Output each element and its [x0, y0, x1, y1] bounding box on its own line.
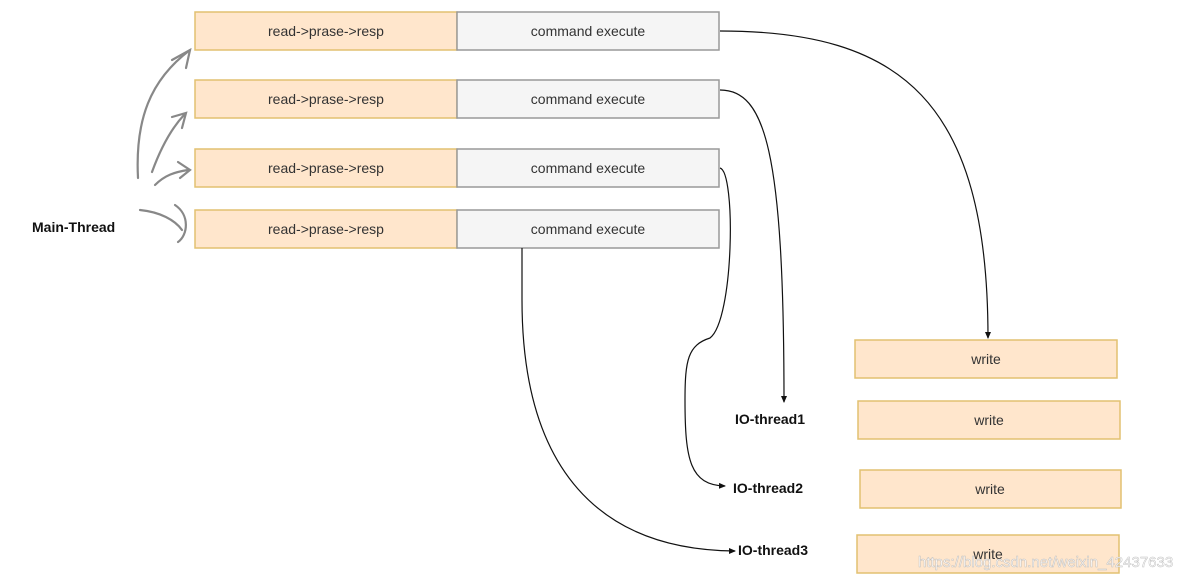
io-thread-1-label: IO-thread1: [735, 411, 805, 427]
pipeline-row-1: read->prase->resp command execute: [194, 11, 720, 51]
write-label: write: [973, 412, 1004, 428]
diagram: read->prase->resp command execute read->…: [32, 11, 1173, 574]
hand-drawn-arrows: [136, 47, 192, 244]
pipeline-row-3: read->prase->resp command execute: [194, 148, 720, 188]
pipeline-row-2: read->prase->resp command execute: [194, 79, 720, 119]
stage1-label: read->prase->resp: [268, 23, 384, 39]
stage2-label: command execute: [531, 221, 646, 237]
write-box-2: write: [857, 400, 1121, 440]
write-label: write: [974, 481, 1005, 497]
stage1-label: read->prase->resp: [268, 221, 384, 237]
write-label: write: [970, 351, 1001, 367]
stage2-label: command execute: [531, 91, 646, 107]
stage2-label: command execute: [531, 160, 646, 176]
watermark: https://blog.csdn.net/weixin_42437633: [918, 554, 1173, 571]
stage1-label: read->prase->resp: [268, 91, 384, 107]
write-box-3: write: [859, 469, 1122, 509]
stage2-label: command execute: [531, 23, 646, 39]
pipeline-row-4: read->prase->resp command execute: [194, 209, 720, 249]
write-box-1: write: [854, 339, 1118, 379]
io-thread-2-label: IO-thread2: [733, 480, 803, 496]
io-thread-3-label: IO-thread3: [738, 542, 808, 558]
main-thread-label: Main-Thread: [32, 219, 115, 235]
stage1-label: read->prase->resp: [268, 160, 384, 176]
